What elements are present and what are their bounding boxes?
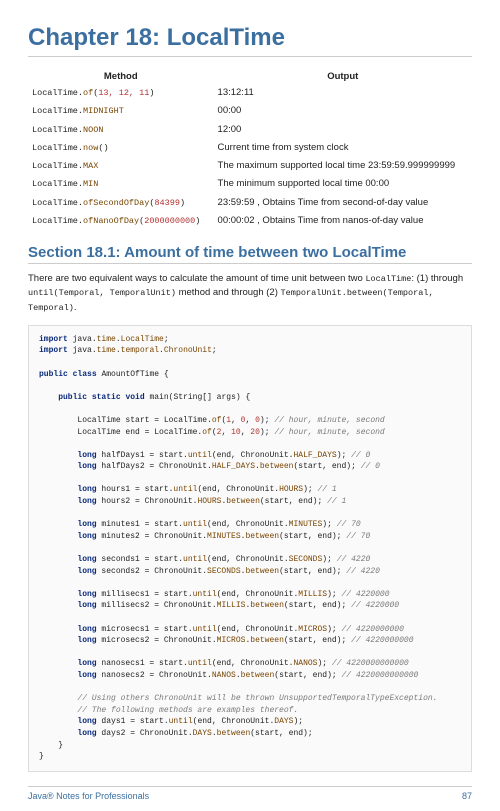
output-cell: 00:00	[214, 102, 472, 120]
output-cell: Current time from system clock	[214, 139, 472, 157]
code-block: import java.time.LocalTime; import java.…	[28, 325, 472, 772]
output-cell: The minimum supported local time 00:00	[214, 175, 472, 193]
table-header-method: Method	[28, 69, 214, 84]
method-cell: LocalTime.MAX	[28, 157, 214, 175]
method-cell: LocalTime.MIN	[28, 175, 214, 193]
output-cell: 23:59:59 , Obtains Time from second-of-d…	[214, 194, 472, 212]
section-title: Section 18.1: Amount of time between two…	[28, 244, 472, 264]
page-footer: Java® Notes for Professionals 87	[28, 786, 472, 801]
para-text: method and through (2)	[176, 287, 281, 298]
method-cell: LocalTime.NOON	[28, 121, 214, 139]
footer-page-number: 87	[462, 791, 472, 801]
method-cell: LocalTime.ofSecondOfDay(84399)	[28, 194, 214, 212]
method-cell: LocalTime.ofNanoOfDay(2000000000)	[28, 212, 214, 230]
para-text: : (1) through	[411, 273, 463, 284]
method-cell: LocalTime.now()	[28, 139, 214, 157]
table-row: LocalTime.ofSecondOfDay(84399)23:59:59 ,…	[28, 194, 472, 212]
table-row: LocalTime.now()Current time from system …	[28, 139, 472, 157]
output-cell: 13:12:11	[214, 84, 472, 102]
output-cell: The maximum supported local time 23:59:5…	[214, 157, 472, 175]
output-cell: 00:00:02 , Obtains Time from nanos-of-da…	[214, 212, 472, 230]
table-row: LocalTime.MINThe minimum supported local…	[28, 175, 472, 193]
footer-left: Java® Notes for Professionals	[28, 791, 149, 801]
inline-code: LocalTime	[365, 274, 411, 284]
table-header-output: Output	[214, 69, 472, 84]
para-text: .	[74, 302, 77, 313]
table-row: LocalTime.MAXThe maximum supported local…	[28, 157, 472, 175]
table-row: LocalTime.of(13, 12, 11)13:12:11	[28, 84, 472, 102]
method-table: Method Output LocalTime.of(13, 12, 11)13…	[28, 69, 472, 230]
para-text: There are two equivalent ways to calcula…	[28, 273, 365, 284]
inline-code: until(Temporal, TemporalUnit)	[28, 288, 176, 298]
table-row: LocalTime.ofNanoOfDay(2000000000)00:00:0…	[28, 212, 472, 230]
method-cell: LocalTime.MIDNIGHT	[28, 102, 214, 120]
output-cell: 12:00	[214, 121, 472, 139]
table-row: LocalTime.NOON12:00	[28, 121, 472, 139]
table-row: LocalTime.MIDNIGHT00:00	[28, 102, 472, 120]
section-paragraph: There are two equivalent ways to calcula…	[28, 272, 472, 315]
method-cell: LocalTime.of(13, 12, 11)	[28, 84, 214, 102]
chapter-title: Chapter 18: LocalTime	[28, 24, 472, 57]
